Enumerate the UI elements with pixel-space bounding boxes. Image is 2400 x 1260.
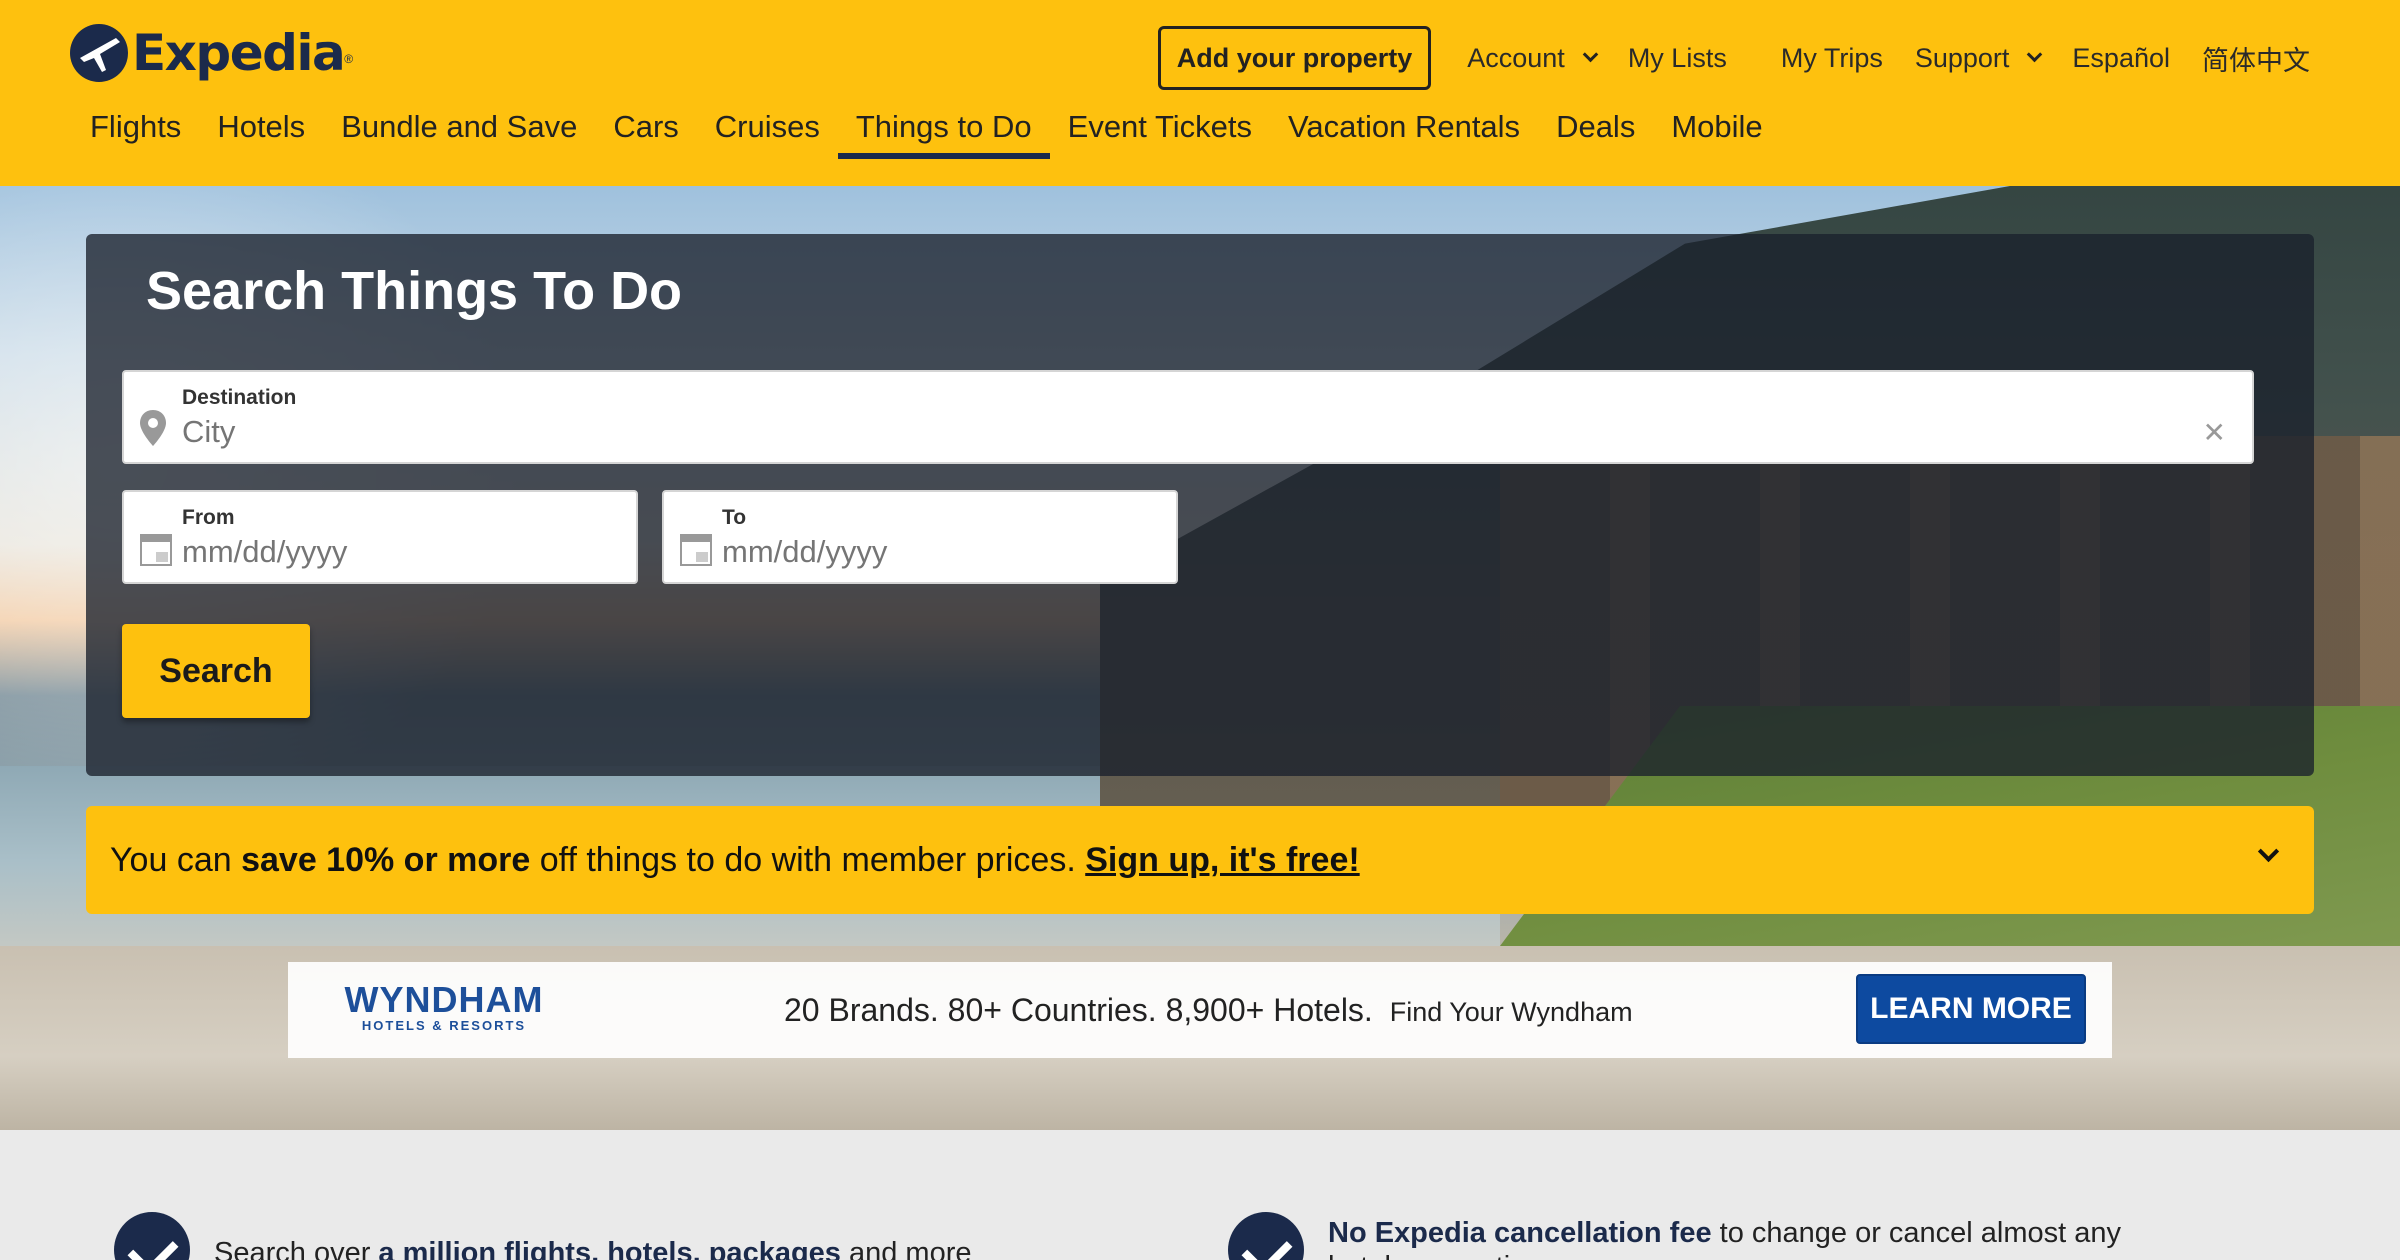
from-date-input[interactable]: [182, 534, 592, 570]
nav-hotels[interactable]: Hotels: [199, 105, 323, 159]
support-label: Support: [1914, 42, 2010, 73]
to-date-input[interactable]: [722, 534, 1132, 570]
logo-text: Expedia: [132, 24, 346, 82]
nav-cruises[interactable]: Cruises: [697, 105, 838, 159]
from-label: From: [182, 506, 235, 529]
search-button[interactable]: Search: [122, 624, 310, 718]
benefit-text-pre: Search over: [214, 1237, 379, 1260]
search-title: Search Things To Do: [146, 261, 683, 321]
to-label: To: [722, 506, 747, 529]
promo-text-post: off things to do with member prices.: [530, 840, 1086, 879]
ad-headline: 20 Brands. 80+ Countries. 8,900+ Hotels.…: [784, 992, 1633, 1029]
destination-field[interactable]: Destination ✕: [122, 370, 2254, 464]
nav-deals[interactable]: Deals: [1538, 105, 1653, 159]
benefit-text-post: and more: [840, 1237, 972, 1260]
registered-mark: ®: [344, 52, 354, 66]
benefit-text-bold: a million flights, hotels, packages: [378, 1237, 841, 1260]
language-chinese-link[interactable]: 简体中文: [2202, 39, 2310, 78]
calendar-icon: [140, 534, 172, 571]
promo-text-pre: You can: [110, 840, 242, 879]
my-lists-link[interactable]: My Lists: [1628, 43, 1727, 74]
hero-section: Search Things To Do Destination ✕ From T…: [0, 186, 2400, 1130]
checkmark-icon: [1228, 1212, 1304, 1260]
benefit-item: Search over a million flights, hotels, p…: [114, 1212, 1034, 1260]
search-panel: Search Things To Do Destination ✕ From T…: [86, 234, 2314, 776]
support-menu[interactable]: Support: [1914, 42, 2043, 74]
nav-vacation-rentals[interactable]: Vacation Rentals: [1270, 105, 1538, 159]
map-pin-icon: [140, 410, 166, 451]
to-date-field[interactable]: To: [662, 490, 1178, 584]
benefits-section: Search over a million flights, hotels, p…: [0, 1130, 2400, 1260]
promo-text-bold: save 10% or more: [241, 840, 531, 879]
language-espanol-link[interactable]: Español: [2072, 43, 2170, 74]
wyndham-logo[interactable]: WYNDHAM HOTELS & RESORTS: [344, 979, 544, 1034]
calendar-icon: [680, 534, 712, 571]
nav-things-to-do[interactable]: Things to Do: [837, 105, 1050, 159]
main-nav: Flights Hotels Bundle and Save Cars Crui…: [72, 105, 1781, 159]
ad-headline-text: 20 Brands. 80+ Countries. 8,900+ Hotels.: [784, 992, 1373, 1028]
destination-input[interactable]: [182, 414, 1885, 450]
benefit-text: No Expedia cancellation fee to change or…: [1328, 1216, 2148, 1260]
signup-link[interactable]: Sign up, it's free!: [1085, 841, 1359, 880]
destination-label: Destination: [182, 386, 297, 409]
utility-nav: Add your property Account My Lists My Tr…: [1157, 26, 2310, 90]
chevron-down-icon[interactable]: [2257, 840, 2280, 863]
wyndham-brand-sub: HOTELS & RESORTS: [361, 1018, 527, 1033]
benefit-item: No Expedia cancellation fee to change or…: [1228, 1212, 2148, 1260]
benefit-text-bold: No Expedia cancellation fee: [1328, 1217, 1712, 1249]
add-property-button[interactable]: Add your property: [1157, 26, 1432, 90]
chevron-down-icon: [1582, 46, 1599, 62]
learn-more-button[interactable]: LEARN MORE: [1856, 974, 2086, 1044]
member-promo-banner[interactable]: You can save 10% or more off things to d…: [86, 806, 2314, 914]
nav-event-tickets[interactable]: Event Tickets: [1050, 105, 1270, 159]
account-menu[interactable]: Account: [1467, 42, 1599, 74]
from-date-field[interactable]: From: [122, 490, 638, 584]
clear-icon[interactable]: ✕: [2203, 416, 2226, 449]
chevron-down-icon: [2027, 46, 2043, 62]
ad-tagline: Find Your Wyndham: [1389, 997, 1633, 1027]
my-trips-link[interactable]: My Trips: [1781, 43, 1883, 74]
nav-bundle-and-save[interactable]: Bundle and Save: [323, 105, 595, 159]
benefit-text: Search over a million flights, hotels, p…: [214, 1236, 1034, 1260]
checkmark-icon: [114, 1212, 190, 1260]
nav-mobile[interactable]: Mobile: [1653, 105, 1780, 159]
site-header: Expedia ® Add your property Account My L…: [0, 0, 2400, 186]
expedia-logo[interactable]: Expedia ®: [70, 24, 353, 82]
account-label: Account: [1467, 42, 1565, 73]
plane-globe-icon: [70, 24, 128, 82]
wyndham-brand: WYNDHAM: [344, 979, 544, 1020]
nav-cars[interactable]: Cars: [595, 105, 696, 159]
wyndham-ad-banner[interactable]: WYNDHAM HOTELS & RESORTS 20 Brands. 80+ …: [288, 962, 2112, 1058]
nav-flights[interactable]: Flights: [72, 105, 199, 159]
